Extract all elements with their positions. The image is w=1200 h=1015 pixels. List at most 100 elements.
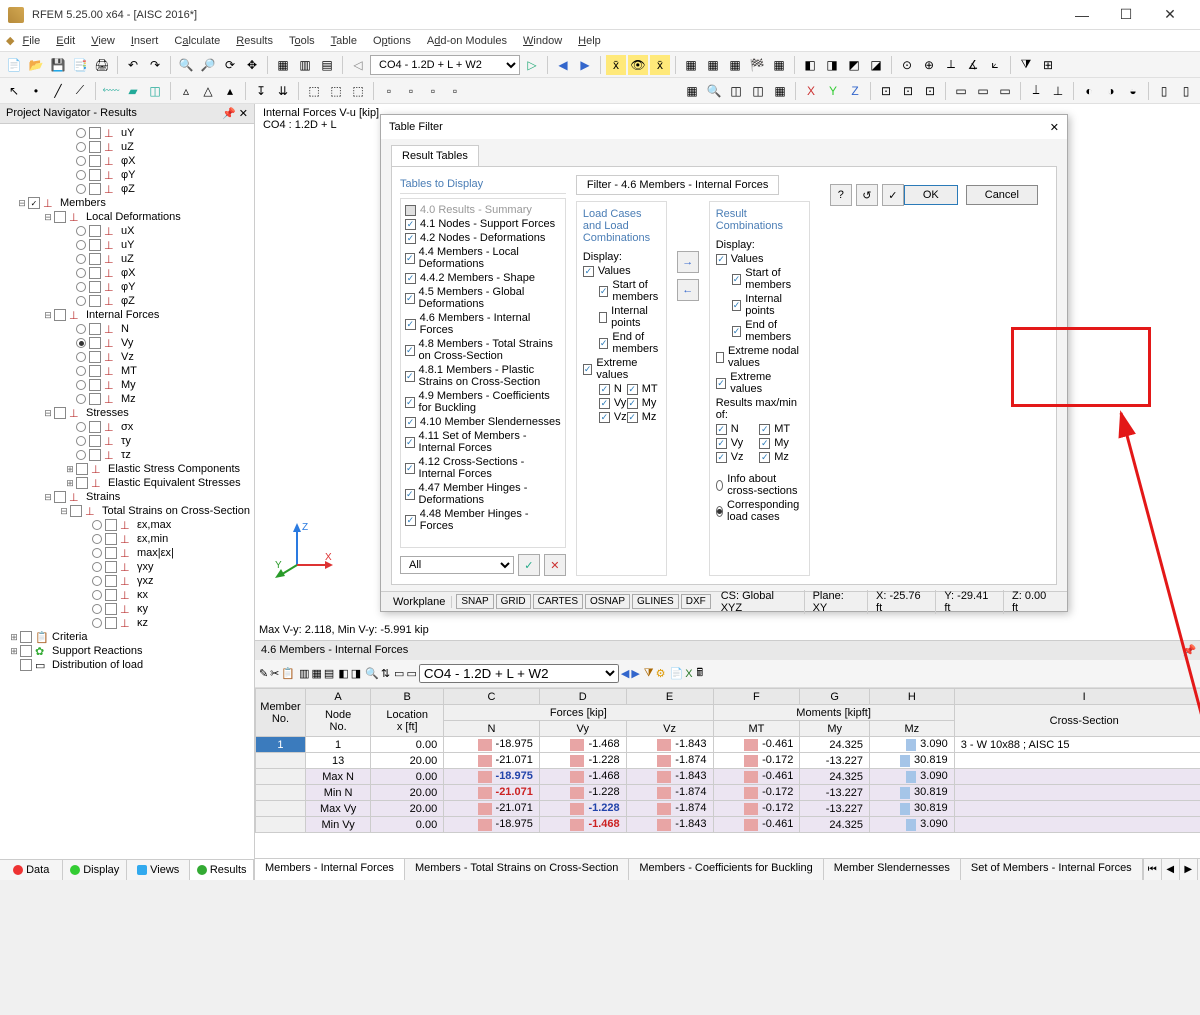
row-header[interactable] — [255, 817, 305, 833]
table-tab-0[interactable]: Members - Internal Forces — [255, 859, 405, 880]
uncheck-all-icon[interactable]: ✕ — [544, 554, 566, 576]
menu-calculate[interactable]: Calculate — [166, 33, 228, 49]
tt-opts-icon[interactable]: ⚙ — [656, 667, 666, 680]
f2-icon[interactable]: ▯ — [1176, 81, 1196, 101]
e2-icon[interactable]: ◑ — [1101, 81, 1121, 101]
c2-extreme-check[interactable] — [716, 378, 727, 389]
cell-my[interactable]: -13.227 — [800, 785, 870, 801]
combo-next-icon[interactable]: ▷ — [522, 55, 542, 75]
c1-vz-check[interactable] — [599, 412, 610, 423]
c1-mt-check[interactable] — [627, 384, 638, 395]
p2-icon[interactable]: ⊡ — [898, 81, 918, 101]
minimize-button[interactable]: — — [1060, 0, 1104, 30]
menu-edit[interactable]: Edit — [48, 33, 83, 49]
tree-item[interactable]: ⊥uZ — [2, 140, 252, 154]
r3-icon[interactable]: ◫ — [726, 81, 746, 101]
table-list-item[interactable]: 4.4.2 Members - Shape — [405, 271, 561, 285]
tree-item[interactable]: ⊥γxy — [2, 560, 252, 574]
c2-mz-check[interactable] — [759, 452, 770, 463]
table-list-item[interactable]: 4.8 Members - Total Strains on Cross-Sec… — [405, 337, 561, 363]
tp-pin-icon[interactable]: 📌 — [1183, 645, 1197, 657]
cell-vy[interactable]: -1.468 — [539, 737, 626, 753]
tree-item[interactable]: ⊥φY — [2, 168, 252, 182]
cancel-button[interactable]: Cancel — [966, 185, 1038, 205]
tree-item[interactable]: ⊥τy — [2, 434, 252, 448]
c4-icon[interactable]: ▫ — [445, 81, 465, 101]
p1-icon[interactable]: ⊡ — [876, 81, 896, 101]
menu-help[interactable]: Help — [570, 33, 609, 49]
plus-icon[interactable]: ⊕ — [919, 55, 939, 75]
expand-icon[interactable]: ⊟ — [58, 506, 70, 517]
axis-icon[interactable]: ⟂ — [941, 55, 961, 75]
menu-table[interactable]: Table — [323, 33, 365, 49]
table-combo[interactable]: CO4 - 1.2D + L + W2 — [419, 664, 619, 683]
sup3-icon[interactable]: ▴ — [220, 81, 240, 101]
table-list-item[interactable]: 4.1 Nodes - Support Forces — [405, 217, 561, 231]
s2-icon[interactable]: ⬚ — [326, 81, 346, 101]
new-icon[interactable]: 📄 — [4, 55, 24, 75]
cell-vy[interactable]: -1.228 — [539, 785, 626, 801]
menu-addon[interactable]: Add-on Modules — [419, 33, 515, 49]
table-row[interactable]: Max Vy20.00-21.071-1.228-1.874-0.172-13.… — [255, 801, 1200, 817]
tree-item[interactable]: ⊥εx,min — [2, 532, 252, 546]
expand-icon[interactable]: ⊟ — [42, 408, 54, 419]
menu-results[interactable]: Results — [228, 33, 281, 49]
tree-item[interactable]: ⊥Vy — [2, 336, 252, 350]
c2-corr-radio[interactable] — [716, 506, 723, 517]
tree-item[interactable]: ⊥uY — [2, 238, 252, 252]
circ-icon[interactable]: ⊙ — [897, 55, 917, 75]
tables-select-combo[interactable]: All — [400, 556, 514, 574]
menu-window[interactable]: Window — [515, 33, 570, 49]
cell-vy[interactable]: -1.228 — [539, 753, 626, 769]
cell-mz[interactable]: 3.090 — [870, 769, 955, 785]
c2-n-check[interactable] — [716, 424, 727, 435]
saveall-icon[interactable]: 📑 — [70, 55, 90, 75]
pin-icon[interactable]: 📌 — [222, 108, 236, 120]
menu-file[interactable]: File — [14, 33, 48, 49]
table-list-item[interactable]: 4.6 Members - Internal Forces — [405, 311, 561, 337]
solid-icon[interactable]: ◫ — [145, 81, 165, 101]
copy-left-icon[interactable]: ← — [677, 279, 699, 301]
rzx-icon[interactable]: Z — [845, 81, 865, 101]
cell-node[interactable]: Min Vy — [305, 817, 370, 833]
row-header[interactable]: 1 — [255, 737, 305, 753]
grid2-icon[interactable]: ▦ — [703, 55, 723, 75]
cell-n[interactable]: -21.071 — [444, 785, 540, 801]
filter-tab[interactable]: Filter - 4.6 Members - Internal Forces — [576, 175, 780, 195]
maximize-button[interactable]: ☐ — [1104, 0, 1148, 30]
row-header[interactable] — [255, 769, 305, 785]
cell-cs[interactable] — [954, 769, 1200, 785]
sup2-icon[interactable]: △ — [198, 81, 218, 101]
ax2-icon[interactable]: ∡ — [963, 55, 983, 75]
menu-view[interactable]: View — [83, 33, 123, 49]
tt-prev-icon[interactable]: ◀ — [621, 667, 629, 680]
tree-item[interactable]: ⊥κy — [2, 602, 252, 616]
p3-icon[interactable]: ⊡ — [920, 81, 940, 101]
row-header[interactable] — [255, 801, 305, 817]
tree-item[interactable]: ⊥uY — [2, 126, 252, 140]
cell-node[interactable]: 1 — [305, 737, 370, 753]
refresh-icon[interactable]: ⟳ — [220, 55, 240, 75]
tree-item[interactable]: ⊥σx — [2, 420, 252, 434]
tab-results[interactable]: Results — [190, 860, 253, 880]
expand-icon[interactable]: ⊟ — [42, 212, 54, 223]
expand-icon[interactable]: ⊞ — [8, 632, 20, 643]
tab-views[interactable]: Views — [127, 860, 190, 880]
table-row[interactable]: Max N0.00-18.975-1.468-1.843-0.46124.325… — [255, 769, 1200, 785]
cell-node[interactable]: 13 — [305, 753, 370, 769]
tt-b2-icon[interactable]: ◨ — [351, 667, 361, 680]
cell-cs[interactable] — [954, 753, 1200, 769]
s3-icon[interactable]: ⬚ — [348, 81, 368, 101]
cell-x[interactable]: 0.00 — [371, 769, 444, 785]
cell-x[interactable]: 20.00 — [371, 785, 444, 801]
tt-del-icon[interactable]: ✂ — [270, 667, 279, 680]
member-icon[interactable]: ⬳ — [101, 81, 121, 101]
tree-item[interactable]: ⊥MT — [2, 364, 252, 378]
cell-n[interactable]: -21.071 — [444, 801, 540, 817]
r1-icon[interactable]: ▦ — [682, 81, 702, 101]
tt-copy-icon[interactable]: 📋 — [281, 667, 295, 680]
menu-insert[interactable]: Insert — [123, 33, 167, 49]
tab-display[interactable]: Display — [63, 860, 126, 880]
r4-icon[interactable]: ◫ — [748, 81, 768, 101]
menu-options[interactable]: Options — [365, 33, 419, 49]
